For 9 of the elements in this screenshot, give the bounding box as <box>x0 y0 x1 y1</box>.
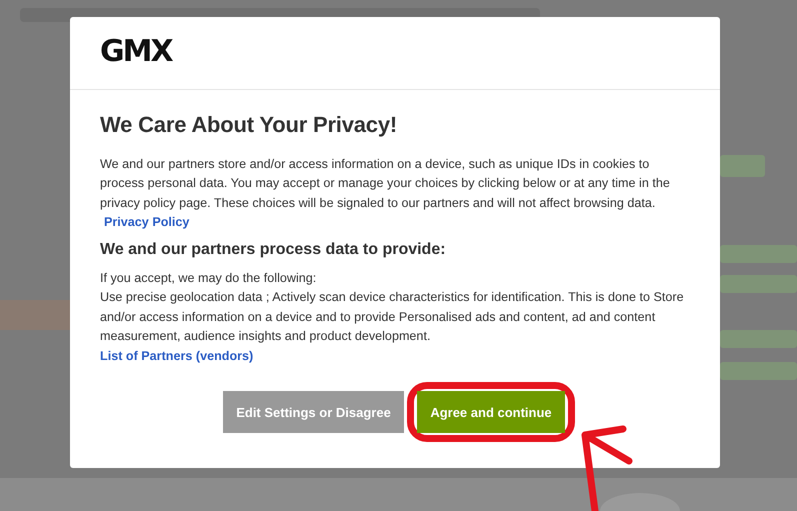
agree-button[interactable]: Agree and continue <box>417 391 565 434</box>
section-heading: We and our partners process data to provide: <box>100 241 447 260</box>
dialog-title: We Care About Your Privacy! <box>100 112 398 138</box>
gmx-logo: GMX <box>100 37 172 67</box>
intro-text: We and our partners store and/or access information on a device, such as unique IDs in cookies to process personal data. You may accept or manage your choices by clicking below or at any time in the privacy policy page. These choices will be signaled to our partners and will not affect browsing data. Privacy Policy <box>100 156 671 231</box>
purpose-text: Use precise geolocation data ; Actively scan device characteristics for identification. This is done to Store and/or access information on a device and to provide Personalised ads and content, ad and content measurement, audience insights and product development. <box>100 289 685 346</box>
purpose-text: If you accept, we may do the following: <box>100 270 318 288</box>
privacy-policy-link[interactable]: Privacy Policy <box>104 214 190 229</box>
vendors-link[interactable]: List of Partners (vendors) <box>100 349 254 364</box>
